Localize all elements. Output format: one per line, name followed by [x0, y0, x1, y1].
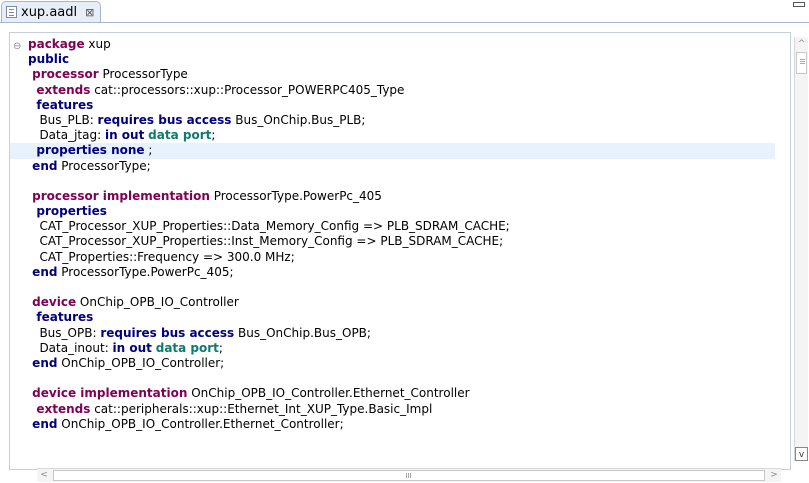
code-keyword: public — [28, 52, 70, 67]
code-line[interactable]: Bus_OPB: requires bus access Bus_OnChip.… — [28, 326, 793, 341]
scroll-left-icon[interactable]: < — [37, 469, 51, 482]
tab-xup-aadl[interactable]: xup.aadl ⊠ — [1, 1, 101, 22]
code-line[interactable]: properties none ; — [10, 143, 775, 159]
code-line[interactable]: features — [28, 310, 793, 325]
code-line[interactable]: end OnChip_OPB_IO_Controller; — [28, 356, 793, 371]
horizontal-scroll-thumb[interactable] — [53, 470, 765, 481]
code-text: OnChip_OPB_IO_Controller; — [57, 355, 225, 370]
code-keyword: processor implementation — [28, 188, 210, 203]
grip-icon — [406, 473, 407, 478]
code-keyword: extends — [28, 401, 91, 416]
code-text: ; — [144, 143, 153, 158]
code-keyword: end — [28, 416, 58, 431]
code-keyword: in out — [112, 340, 152, 355]
code-text: CAT_Processor_XUP_Properties::Data_Memor… — [28, 219, 510, 234]
code-line[interactable]: Data_inout: in out data port; — [28, 341, 793, 356]
scroll-down-icon[interactable]: v — [795, 447, 808, 461]
code-keyword: end — [28, 158, 58, 173]
code-line[interactable] — [28, 371, 793, 386]
file-icon — [6, 6, 17, 18]
code-line[interactable]: device implementation OnChip_OPB_IO_Cont… — [28, 386, 793, 401]
code-keyword: device implementation — [28, 386, 188, 401]
code-text: ; — [218, 340, 223, 355]
code-line[interactable]: processor implementation ProcessorType.P… — [28, 189, 793, 204]
code-line[interactable]: CAT_Processor_XUP_Properties::Inst_Memor… — [28, 234, 793, 249]
scroll-up-icon[interactable]: ^ — [795, 37, 808, 51]
code-keyword: end — [28, 264, 58, 279]
code-line[interactable]: end OnChip_OPB_IO_Controller.Ethernet_Co… — [28, 417, 793, 432]
code-text: xup — [84, 37, 111, 51]
code-text: Bus_OnChip.Bus_OPB; — [234, 325, 371, 340]
code-line[interactable]: end ProcessorType.PowerPc_405; — [28, 265, 793, 280]
code-text: cat::peripherals::xup::Ethernet_Int_XUP_… — [90, 401, 433, 416]
code-line[interactable]: ⊖ package xup — [13, 37, 793, 52]
code-text: OnChip_OPB_IO_Controller.Ethernet_Contro… — [187, 386, 470, 401]
code-keyword: requires bus access — [100, 325, 235, 340]
grip-icon — [800, 59, 805, 60]
fold-toggle-icon[interactable]: ⊖ — [13, 39, 21, 54]
minimize-button[interactable] — [793, 2, 805, 7]
code-line[interactable]: processor ProcessorType — [28, 67, 793, 82]
code-text: ProcessorType.PowerPc_405; — [57, 264, 234, 279]
code-text: ProcessorType — [98, 67, 188, 82]
code-keyword: processor — [28, 67, 99, 82]
code-keyword: end — [28, 355, 58, 370]
code-text: Data_inout: — [28, 340, 113, 355]
code-keyword: data port — [155, 340, 219, 355]
code-keyword: properties none — [28, 143, 145, 158]
code-text: CAT_Processor_XUP_Properties::Inst_Memor… — [28, 234, 504, 249]
editor-tab-bar: xup.aadl ⊠ — [0, 0, 809, 22]
code-line[interactable]: extends cat::peripherals::xup::Ethernet_… — [28, 402, 793, 417]
code-line[interactable]: Data_jtag: in out data port; — [28, 128, 793, 143]
code-keyword: extends — [28, 82, 91, 97]
code-text: ProcessorType; — [57, 158, 151, 173]
vertical-scrollbar[interactable]: ^ v — [794, 37, 808, 461]
code-text: Bus_OnChip.Bus_PLB; — [231, 112, 366, 127]
code-keyword: package — [28, 37, 85, 51]
code-line[interactable]: extends cat::processors::xup::Processor_… — [28, 83, 793, 98]
tab-title: xup.aadl — [21, 4, 78, 20]
code-line[interactable]: device OnChip_OPB_IO_Controller — [28, 295, 793, 310]
code-line[interactable]: CAT_Processor_XUP_Properties::Data_Memor… — [28, 219, 793, 234]
code-text[interactable]: ⊖ package xup public processor ProcessorTy… — [10, 37, 793, 432]
scroll-right-icon[interactable]: > — [767, 469, 781, 482]
code-line[interactable]: properties — [28, 204, 793, 219]
code-text: Data_jtag: — [28, 128, 105, 143]
vertical-scroll-thumb[interactable] — [796, 52, 807, 74]
code-text: OnChip_OPB_IO_Controller — [76, 295, 239, 310]
code-text: ; — [211, 128, 216, 143]
code-text: CAT_Properties::Frequency => 300.0 MHz; — [28, 249, 295, 264]
code-text: Bus_PLB: — [28, 112, 98, 127]
close-icon[interactable]: ⊠ — [85, 6, 94, 19]
code-line[interactable]: public — [28, 52, 793, 67]
code-text: OnChip_OPB_IO_Controller.Ethernet_Contro… — [57, 416, 344, 431]
code-keyword: data port — [148, 128, 212, 143]
editor-area[interactable]: ⊖ package xup public processor ProcessorTy… — [0, 22, 809, 483]
code-keyword: requires bus access — [97, 112, 232, 127]
code-keyword: device — [28, 295, 77, 310]
code-line[interactable]: end ProcessorType; — [28, 159, 793, 174]
code-keyword: features — [28, 310, 94, 325]
code-line[interactable]: features — [28, 98, 793, 113]
code-text: cat::processors::xup::Processor_POWERPC4… — [90, 82, 405, 97]
code-text: ProcessorType.PowerPc_405 — [209, 188, 382, 203]
code-keyword: properties — [28, 204, 107, 219]
horizontal-scrollbar[interactable]: < > — [37, 468, 781, 482]
code-keyword: in out — [104, 128, 145, 143]
code-keyword: features — [28, 97, 94, 112]
code-text: Bus_OPB: — [28, 325, 101, 340]
code-line[interactable] — [28, 280, 793, 295]
code-line[interactable]: CAT_Properties::Frequency => 300.0 MHz; — [28, 250, 793, 265]
code-line[interactable] — [28, 174, 793, 189]
code-line[interactable]: Bus_PLB: requires bus access Bus_OnChip.… — [28, 113, 793, 128]
